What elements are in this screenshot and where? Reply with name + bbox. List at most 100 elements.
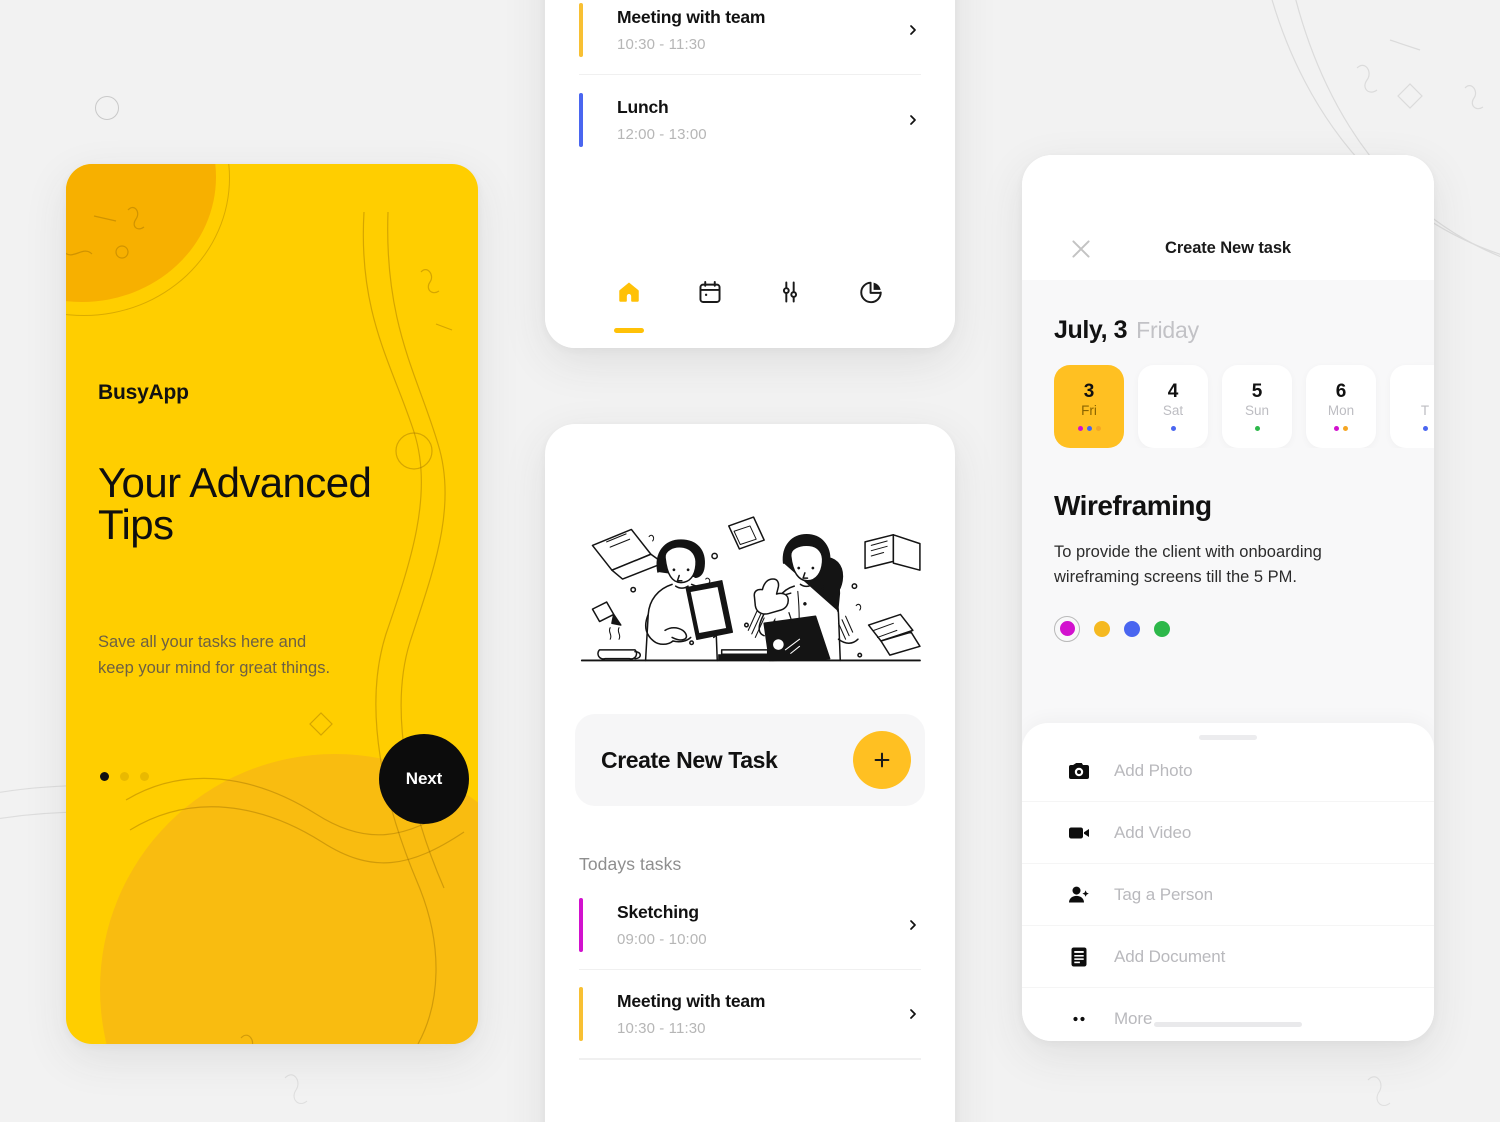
day-label: Sun	[1244, 402, 1270, 418]
action-label: Add Video	[1114, 822, 1192, 842]
todays-tasks-list: Sketching 09:00 - 10:00 Meeting with tea…	[545, 881, 955, 1060]
action-label: Add Document	[1114, 946, 1226, 966]
color-option-selected[interactable]	[1054, 615, 1080, 642]
day-label: Mon	[1327, 402, 1355, 418]
section-title-todays-tasks: Todays tasks	[579, 854, 682, 874]
day-selector-strip[interactable]: 3 Fri 4 Sat 5 Sun 6 Mon T	[1022, 345, 1434, 448]
action-more[interactable]: More	[1022, 988, 1434, 1041]
date-header: July, 3 Friday	[1022, 280, 1434, 345]
nav-active-indicator	[614, 328, 645, 333]
color-option[interactable]	[1124, 620, 1140, 637]
pie-chart-icon	[860, 281, 882, 304]
task-text: Sketching 09:00 - 10:00	[617, 902, 905, 948]
create-new-task-button[interactable]: Create New Task	[575, 714, 925, 806]
pagination-dot[interactable]	[100, 772, 109, 781]
task-list-body: 09:00 - 10:00 Meeting with team 10:30 - …	[545, 0, 955, 164]
day-dots	[1170, 425, 1176, 431]
task-time: 10:30 - 11:30	[617, 36, 706, 53]
day-card[interactable]: 6 Mon	[1306, 365, 1376, 448]
task-row[interactable]: Lunch 12:00 - 13:00	[579, 75, 921, 164]
create-new-task-label: Create New Task	[601, 746, 778, 773]
task-name: Lunch	[617, 96, 669, 117]
color-option[interactable]	[1154, 620, 1170, 637]
action-tag-person[interactable]: Tag a Person	[1022, 864, 1434, 926]
task-time: 10:30 - 11:30	[617, 1020, 706, 1037]
task-row[interactable]: Meeting with team 10:30 - 11:30	[579, 970, 921, 1059]
chevron-right-icon[interactable]	[905, 1006, 921, 1022]
day-label: Sat	[1162, 402, 1184, 418]
day-card[interactable]: 7 T	[1390, 365, 1434, 448]
attachment-action-sheet: Add Photo Add Video Tag a Person Add Doc…	[1022, 723, 1434, 1041]
nav-item-home[interactable]	[614, 279, 645, 333]
day-number: 4	[1167, 380, 1179, 402]
task-name: Sketching	[617, 902, 699, 922]
day-label: T	[1420, 402, 1430, 418]
plus-icon	[853, 731, 911, 789]
onboarding-pagination[interactable]	[100, 772, 149, 781]
day-number: 3	[1083, 380, 1095, 402]
task-color-bar	[579, 987, 583, 1041]
home-icon	[619, 282, 639, 302]
chevron-right-icon[interactable]	[905, 917, 921, 933]
action-label: More	[1114, 1009, 1153, 1028]
action-add-document[interactable]: Add Document	[1022, 926, 1434, 988]
calendar-icon	[699, 281, 721, 303]
chevron-right-icon[interactable]	[905, 112, 921, 128]
illustration-container	[545, 424, 955, 704]
day-dots	[1334, 425, 1348, 431]
task-color-bar	[579, 3, 583, 57]
task-description: To provide the client with onboarding wi…	[1054, 543, 1322, 586]
sliders-icon	[783, 281, 798, 303]
onboarding-content: BusyApp Your Advanced Tips Save all your…	[66, 164, 478, 1044]
action-add-photo[interactable]: Add Photo	[1022, 740, 1434, 802]
task-list-screen: 09:00 - 10:00 Meeting with team 10:30 - …	[545, 0, 955, 348]
task-row[interactable]: Sketching 09:00 - 10:00	[579, 881, 921, 970]
day-card[interactable]: 5 Sun	[1222, 365, 1292, 448]
nav-item-stats[interactable]	[858, 279, 884, 305]
task-text: Lunch 12:00 - 13:00	[617, 97, 905, 143]
color-option[interactable]	[1094, 620, 1110, 637]
day-card[interactable]: 3 Fri	[1054, 365, 1124, 448]
create-task-header: Create New task	[1022, 155, 1434, 280]
create-task-title: Create New task	[1165, 239, 1291, 257]
weekday-value: Friday	[1136, 317, 1199, 343]
date-value: July, 3	[1054, 316, 1128, 344]
action-label: Add Photo	[1114, 760, 1193, 780]
nav-item-settings[interactable]	[777, 279, 803, 305]
nav-item-calendar[interactable]	[697, 279, 723, 305]
home-indicator	[1154, 1022, 1302, 1027]
day-card[interactable]: 4 Sat	[1138, 365, 1208, 448]
onboarding-subtitle: Save all your tasks here and keep your m…	[98, 633, 331, 677]
day-dots	[1254, 425, 1260, 431]
app-brand-name: BusyApp	[98, 381, 189, 404]
day-number: 5	[1251, 380, 1263, 402]
task-text: Meeting with team 10:30 - 11:30	[617, 7, 905, 53]
app-mockup-canvas: BusyApp Your Advanced Tips Save all your…	[0, 0, 1500, 1122]
onboarding-screen: BusyApp Your Advanced Tips Save all your…	[66, 164, 478, 1044]
task-color-bar	[579, 898, 583, 952]
pagination-dot[interactable]	[140, 772, 149, 781]
video-icon	[1066, 820, 1092, 846]
task-text: Meeting with team 10:30 - 11:30	[617, 991, 905, 1037]
day-number: 6	[1335, 380, 1347, 402]
chevron-right-icon[interactable]	[905, 22, 921, 38]
action-add-video[interactable]: Add Video	[1022, 802, 1434, 864]
day-label: Fri	[1081, 402, 1097, 418]
day-dots	[1077, 425, 1101, 431]
camera-icon	[1066, 758, 1092, 784]
task-name: Meeting with team	[617, 7, 766, 27]
task-color-bar	[579, 92, 583, 147]
task-title: Wireframing	[1054, 490, 1212, 521]
action-label: Tag a Person	[1114, 884, 1213, 904]
document-icon	[1066, 944, 1092, 970]
pagination-dot[interactable]	[120, 772, 129, 781]
task-color-picker[interactable]	[1054, 615, 1434, 642]
next-button[interactable]: Next	[379, 734, 469, 824]
two-people-working-illustration	[580, 516, 921, 662]
close-icon[interactable]	[1068, 236, 1094, 262]
home-screen: Create New Task Todays tasks Sketching 0…	[545, 424, 955, 1122]
day-dots	[1422, 425, 1428, 431]
task-row[interactable]: Meeting with team 10:30 - 11:30	[579, 0, 921, 75]
task-time: 12:00 - 13:00	[617, 125, 707, 143]
task-time: 09:00 - 10:00	[617, 931, 707, 948]
